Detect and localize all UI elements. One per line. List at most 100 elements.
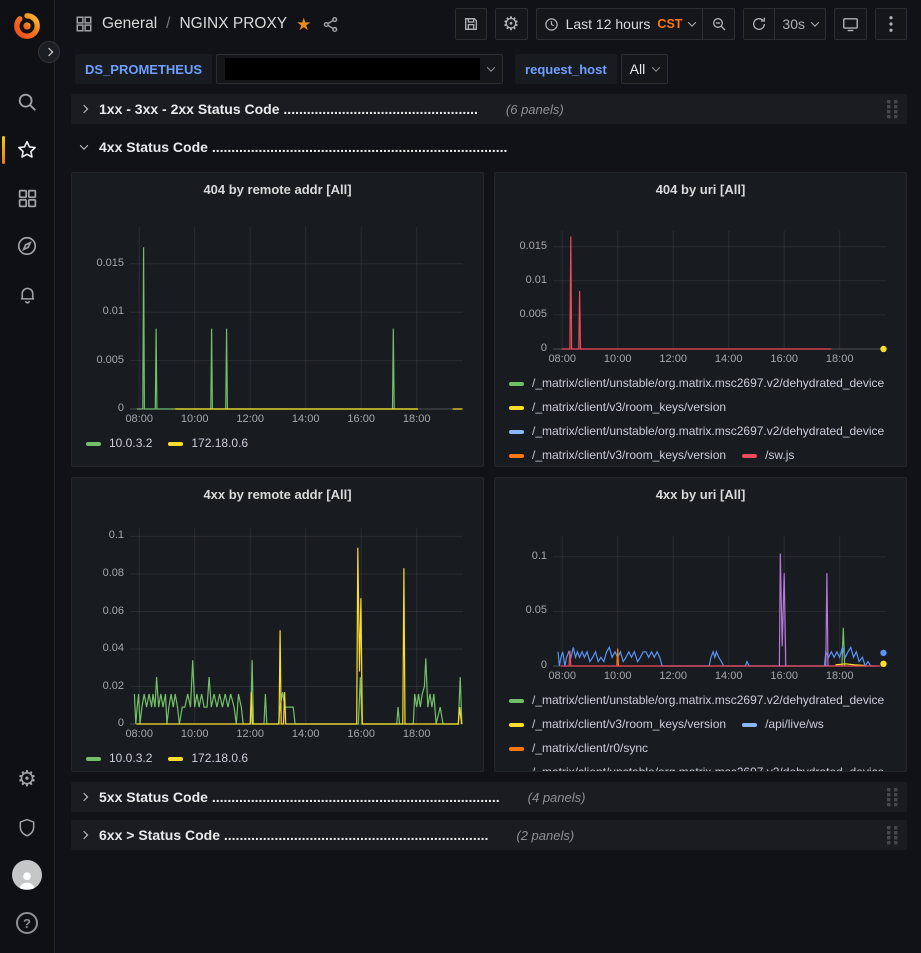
x-axis-tick: 16:00 <box>337 413 385 425</box>
legend-label: /_matrix/client/unstable/org.matrix.msc2… <box>532 373 884 394</box>
refresh-icon <box>751 16 767 32</box>
legend-item[interactable]: /api/live/ws <box>742 714 824 735</box>
chart-canvas <box>130 227 463 409</box>
chevron-right-icon <box>80 793 88 801</box>
y-axis-tick: 0.01 <box>507 274 547 286</box>
sidebar-item-starred[interactable] <box>0 126 55 174</box>
row-panel-count: (2 panels) <box>516 828 574 843</box>
row-drag-handle[interactable] <box>886 99 899 119</box>
legend-item[interactable]: /_matrix/client/v3/room_keys/version <box>509 397 726 418</box>
chevron-down-icon <box>652 63 660 71</box>
sidebar-item-configuration[interactable]: ⚙ <box>0 755 55 803</box>
y-axis-tick: 0.015 <box>84 257 124 269</box>
timeseries-plot[interactable]: 00.0050.010.01508:0010:0012:0014:0016:00… <box>130 227 463 409</box>
legend-label: 10.0.3.2 <box>109 748 152 769</box>
x-axis-tick: 08:00 <box>538 670 586 682</box>
panel-404-by-remote-addr: 404 by remote addr [All] 00.0050.010.015… <box>71 172 484 467</box>
sidebar-item-server-admin[interactable] <box>0 803 55 851</box>
panel-title[interactable]: 4xx by uri [All] <box>505 484 896 506</box>
legend-item[interactable]: /_matrix/client/unstable/org.matrix.msc2… <box>509 762 884 772</box>
dashboard-settings-button[interactable]: ⚙ <box>495 8 528 40</box>
share-icon[interactable] <box>322 16 339 33</box>
row-header-4xx[interactable]: 4xx Status Code ........................… <box>71 132 907 162</box>
legend-item[interactable]: /_matrix/client/v3/room_keys/version <box>509 445 726 466</box>
row-panel-count: (4 panels) <box>528 790 586 805</box>
legend-label: 172.18.0.6 <box>191 433 248 454</box>
zoom-out-time-button[interactable] <box>703 8 735 40</box>
legend-swatch <box>509 771 524 773</box>
search-icon <box>16 91 38 113</box>
legend-item[interactable]: 10.0.3.2 <box>86 433 152 454</box>
chevron-right-icon <box>45 48 53 56</box>
legend-label: /_matrix/client/r0/sync <box>532 738 648 759</box>
legend-label: /_matrix/client/v3/room_keys/version <box>532 445 726 466</box>
help-icon: ? <box>16 912 38 934</box>
legend-item[interactable]: /_matrix/client/unstable/org.matrix.msc2… <box>509 421 884 442</box>
cycle-view-mode-button[interactable] <box>834 8 867 40</box>
panel-title[interactable]: 404 by uri [All] <box>505 179 896 201</box>
sidebar-item-search[interactable] <box>0 78 55 126</box>
x-axis-tick: 10:00 <box>171 728 219 740</box>
variable-value-dropdown[interactable] <box>216 54 503 84</box>
grafana-app: ⚙ ? <box>0 0 921 953</box>
y-axis-tick: 0.02 <box>84 680 124 692</box>
sidebar-item-alerting[interactable] <box>0 270 55 318</box>
variables-bar: DS_PROMETHEUS request_host All <box>55 48 921 90</box>
breadcrumb-folder[interactable]: General <box>102 15 157 33</box>
sidebar-item-help[interactable]: ? <box>0 899 55 947</box>
legend-item[interactable]: /_matrix/client/unstable/org.matrix.msc2… <box>509 373 884 394</box>
refresh-interval-button[interactable]: 30s <box>775 8 826 40</box>
kebab-menu-icon <box>889 16 893 32</box>
legend-item[interactable]: 172.18.0.6 <box>168 433 248 454</box>
legend-swatch <box>509 699 524 703</box>
variable-value-redacted <box>225 58 480 80</box>
variable-ds-prometheus: DS_PROMETHEUS <box>75 54 503 84</box>
row-title: 4xx Status Code ........................… <box>99 139 507 155</box>
sidebar-expand-button[interactable] <box>38 41 60 63</box>
legend-item[interactable]: /sw.js <box>742 445 794 466</box>
x-axis-tick: 10:00 <box>594 670 642 682</box>
row-header-6xx[interactable]: 6xx > Status Code ......................… <box>71 820 907 850</box>
variable-label: DS_PROMETHEUS <box>75 54 212 84</box>
timeseries-plot[interactable]: 00.020.040.060.080.108:0010:0012:0014:00… <box>130 528 463 724</box>
sidebar-item-dashboards[interactable] <box>0 174 55 222</box>
timeseries-plot[interactable]: 00.0050.010.01508:0010:0012:0014:0016:00… <box>553 231 886 349</box>
panel-title[interactable]: 404 by remote addr [All] <box>82 179 473 201</box>
row-drag-handle[interactable] <box>886 787 899 807</box>
x-axis-tick: 12:00 <box>649 353 697 365</box>
monitor-icon <box>842 16 859 33</box>
sidebar-item-explore[interactable] <box>0 222 55 270</box>
legend-swatch <box>742 723 757 727</box>
refresh-button[interactable] <box>743 8 775 40</box>
legend-item[interactable]: /_matrix/client/v3/room_keys/version <box>509 714 726 735</box>
legend-item[interactable]: /_matrix/client/r0/sync <box>509 738 648 759</box>
save-icon <box>463 16 479 32</box>
panel-title[interactable]: 4xx by remote addr [All] <box>82 484 473 506</box>
variable-value-dropdown[interactable]: All <box>621 54 669 84</box>
sidebar-item-profile[interactable] <box>0 851 55 899</box>
legend-item[interactable]: 172.18.0.6 <box>168 748 248 769</box>
row-drag-handle[interactable] <box>886 825 899 845</box>
panel-legend: /_matrix/client/unstable/org.matrix.msc2… <box>509 690 896 772</box>
favorite-star-icon[interactable]: ★ <box>296 16 311 33</box>
panel-legend: 10.0.3.2 172.18.0.6 <box>86 748 473 769</box>
page-title[interactable]: NGINX PROXY <box>179 15 287 33</box>
row-header-1xx-3xx-2xx[interactable]: 1xx - 3xx - 2xx Status Code ............… <box>71 94 907 124</box>
panels-row-1: 404 by remote addr [All] 00.0050.010.015… <box>71 172 907 467</box>
legend-label: /_matrix/client/v3/room_keys/version <box>532 714 726 735</box>
timezone-label: CST <box>657 17 682 31</box>
row-header-5xx[interactable]: 5xx Status Code ........................… <box>71 782 907 812</box>
timeseries-plot[interactable]: 00.050.108:0010:0012:0014:0016:0018:00 <box>553 536 886 666</box>
row-panel-count: (6 panels) <box>506 102 564 117</box>
legend-item[interactable]: 10.0.3.2 <box>86 748 152 769</box>
y-axis-tick: 0.06 <box>84 605 124 617</box>
save-dashboard-button[interactable] <box>455 8 487 40</box>
x-axis-tick: 08:00 <box>115 728 163 740</box>
y-axis-tick: 0.08 <box>84 567 124 579</box>
legend-item[interactable]: /_matrix/client/unstable/org.matrix.msc2… <box>509 690 884 711</box>
more-options-button[interactable] <box>875 8 907 40</box>
panel-legend: /_matrix/client/unstable/org.matrix.msc2… <box>509 373 896 466</box>
chevron-down-icon <box>811 18 819 26</box>
panel-404-by-uri: 404 by uri [All] 00.0050.010.01508:0010:… <box>494 172 907 467</box>
time-range-button[interactable]: Last 12 hours CST <box>536 8 704 40</box>
